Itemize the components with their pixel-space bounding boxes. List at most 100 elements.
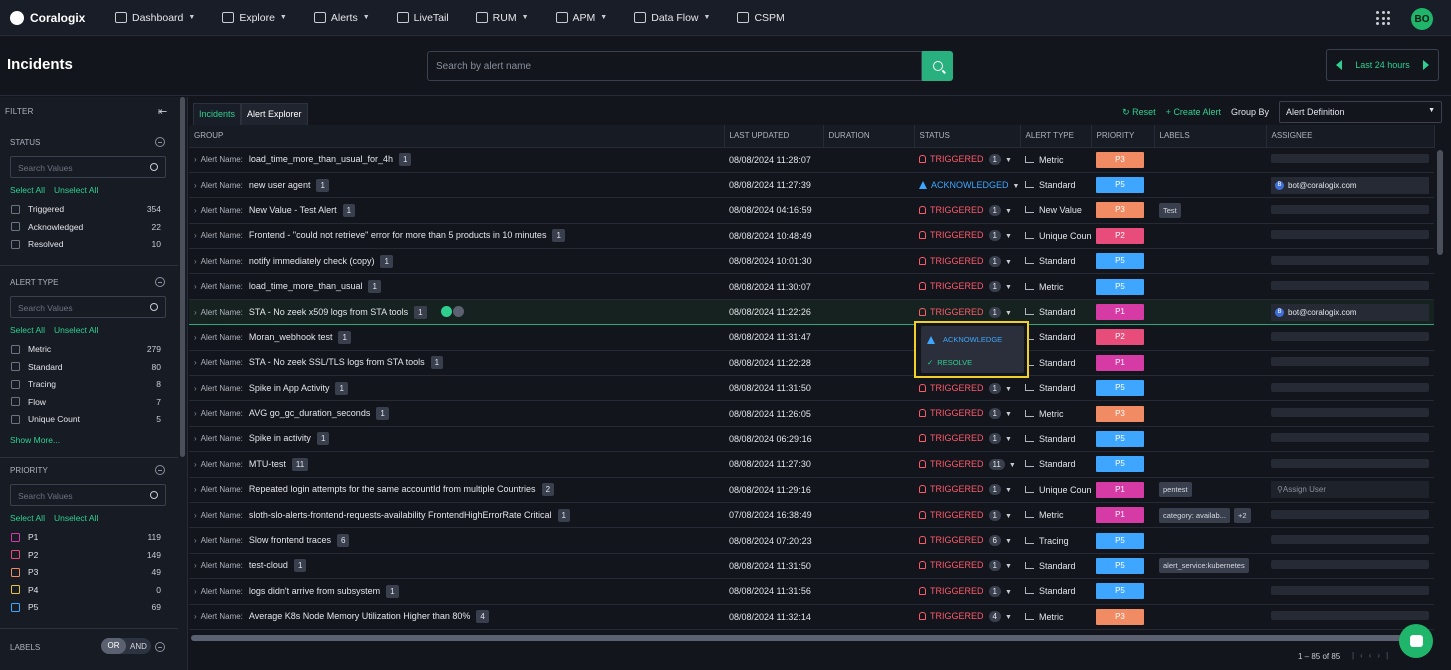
status-label[interactable]: TRIGGERED (919, 459, 984, 469)
select-all-link[interactable]: Select All (10, 325, 45, 335)
filter-option[interactable]: Resolved 10 (11, 239, 161, 249)
col-header-status[interactable]: STATUS (914, 125, 1021, 148)
unselect-all-link[interactable]: Unselect All (54, 185, 98, 195)
tab-alert-explorer[interactable]: Alert Explorer (241, 103, 308, 125)
status-cell[interactable]: TRIGGERED 1 ▼ (914, 197, 1020, 224)
alert-name[interactable]: Repeated login attempts for the same acc… (249, 484, 536, 494)
chevron-down-icon[interactable]: ▼ (1009, 462, 1016, 469)
assignee-placeholder[interactable] (1271, 204, 1429, 214)
status-label[interactable]: TRIGGERED (919, 611, 984, 621)
chevron-down-icon[interactable]: ▼ (1005, 563, 1012, 570)
filter-option[interactable]: P5 69 (11, 602, 161, 612)
chevron-down-icon[interactable]: ▼ (1005, 487, 1012, 494)
assignee-placeholder[interactable] (1271, 585, 1429, 595)
or-option[interactable]: OR (101, 638, 126, 654)
chevron-down-icon[interactable]: ▼ (1005, 310, 1012, 317)
col-header-priority[interactable]: PRIORITY (1091, 125, 1155, 148)
table-row[interactable]: › Alert Name: notify immediately check (co… (189, 248, 1434, 275)
assignee-placeholder[interactable] (1271, 255, 1429, 265)
assignee-cell[interactable] (1266, 426, 1434, 453)
checkbox[interactable] (11, 239, 20, 249)
assignee-placeholder[interactable] (1271, 535, 1429, 545)
alert-name[interactable]: notify immediately check (copy) (249, 256, 375, 266)
table-row[interactable]: › Alert Name: logs didn't arrive from subs… (189, 578, 1434, 605)
collapse-sidebar-icon[interactable]: ⇤ (158, 105, 167, 118)
labels-or-and-toggle[interactable]: OR AND (101, 638, 151, 654)
status-cell[interactable]: TRIGGERED 1 ▼ (914, 553, 1020, 580)
chevron-right-icon[interactable]: › (194, 561, 197, 570)
assign-user-button[interactable]: ⚲ Assign User (1271, 481, 1429, 499)
alert-name[interactable]: Slow frontend traces (249, 535, 331, 545)
status-label[interactable]: TRIGGERED (919, 307, 984, 317)
table-row[interactable]: › Alert Name: AVG go_gc_duration_seconds 1 0… (189, 400, 1434, 427)
search-button[interactable] (922, 51, 953, 81)
alert-type-search-input[interactable]: Search Values (10, 296, 166, 318)
table-row[interactable]: › Alert Name: Frontend - "could not retrie… (189, 223, 1434, 250)
chevron-right-icon[interactable]: › (194, 511, 197, 520)
status-cell[interactable]: ACKNOWLEDGED ▼ (914, 172, 1020, 199)
label-chip[interactable]: pentest (1159, 482, 1192, 498)
status-label[interactable]: TRIGGERED (919, 281, 984, 291)
status-label[interactable]: TRIGGERED (919, 205, 984, 215)
status-label[interactable]: TRIGGERED (919, 510, 984, 520)
assignee-cell[interactable] (1266, 147, 1434, 173)
checkbox[interactable] (11, 204, 20, 214)
assignee-cell[interactable] (1266, 451, 1434, 478)
chevron-right-icon[interactable]: › (194, 434, 197, 443)
status-cell[interactable]: TRIGGERED 1 ▼ (914, 147, 1020, 173)
col-header-group[interactable]: GROUP (189, 125, 725, 148)
assignee-placeholder[interactable] (1271, 281, 1429, 291)
alert-name[interactable]: Spike in App Activity (249, 383, 330, 393)
chevron-right-icon[interactable]: › (194, 587, 197, 596)
chevron-down-icon[interactable]: ▼ (1005, 233, 1012, 240)
filter-option[interactable]: P3 49 (11, 567, 161, 577)
table-row[interactable]: › Alert Name: sloth-slo-alerts-frontend-re… (189, 502, 1434, 529)
time-range-picker[interactable]: Last 24 hours (1326, 49, 1439, 81)
status-cell[interactable]: TRIGGERED 1 ▼ (914, 375, 1020, 402)
checkbox[interactable] (11, 550, 20, 560)
col-header-duration[interactable]: DURATION (823, 125, 915, 148)
status-search-input[interactable]: Search Values (10, 156, 166, 178)
assignee-placeholder[interactable] (1271, 560, 1429, 570)
assignee-cell[interactable] (1266, 273, 1434, 300)
status-cell[interactable]: TRIGGERED 1 ▼ (914, 426, 1020, 453)
status-cell[interactable]: TRIGGERED 1 ▼ (914, 502, 1020, 529)
vertical-scrollbar[interactable] (1437, 150, 1443, 255)
alert-name[interactable]: new user agent (249, 180, 311, 190)
checkbox[interactable] (11, 414, 20, 424)
filter-option[interactable]: Triggered 354 (11, 204, 161, 214)
assignee-placeholder[interactable] (1271, 509, 1429, 519)
label-chip[interactable]: category: availab... (1159, 507, 1230, 523)
chat-support-button[interactable] (1399, 624, 1433, 658)
status-label[interactable]: TRIGGERED (919, 408, 984, 418)
checkbox[interactable] (11, 222, 20, 232)
table-row[interactable]: › Alert Name: test-cloud 1 08/08/2024 11:31:… (189, 553, 1434, 580)
horizontal-scrollbar[interactable] (191, 635, 1429, 641)
status-cell[interactable]: TRIGGERED 1 ▼ (914, 273, 1020, 300)
status-label[interactable]: TRIGGERED (919, 230, 984, 240)
filter-option[interactable]: P2 149 (11, 550, 161, 560)
group-by-select[interactable]: Alert Definition ▼ (1279, 101, 1442, 123)
status-label[interactable]: TRIGGERED (919, 535, 984, 545)
tab-incidents[interactable]: Incidents (193, 103, 242, 125)
sidebar-scrollbar[interactable] (180, 97, 185, 457)
time-range-label[interactable]: Last 24 hours (1355, 60, 1410, 70)
assignee-placeholder[interactable] (1271, 382, 1429, 392)
assignee-placeholder[interactable] (1271, 458, 1429, 468)
alert-name[interactable]: load_time_more_than_usual_for_4h (249, 154, 393, 164)
table-row[interactable]: › Alert Name: STA - No zeek x509 logs from… (189, 298, 1434, 326)
status-label[interactable]: TRIGGERED (919, 586, 984, 596)
chevron-down-icon[interactable]: ▼ (1005, 538, 1012, 545)
alert-name[interactable]: STA - No zeek SSL/TLS logs from STA tool… (249, 357, 425, 367)
assignee-cell[interactable] (1266, 375, 1434, 402)
filter-option[interactable]: Metric 279 (11, 344, 161, 354)
alert-search-input[interactable]: Search by alert name (427, 51, 922, 81)
nav-item-dashboard[interactable]: Dashboard ▼ (115, 12, 195, 24)
collapse-section-icon[interactable] (155, 137, 165, 147)
priority-search-input[interactable]: Search Values (10, 484, 166, 506)
alert-name[interactable]: New Value - Test Alert (249, 205, 337, 215)
chevron-right-icon[interactable]: › (194, 231, 197, 240)
nav-item-explore[interactable]: Explore ▼ (222, 12, 287, 24)
chevron-right-icon[interactable]: › (194, 282, 197, 291)
assignee-placeholder[interactable] (1271, 408, 1429, 418)
